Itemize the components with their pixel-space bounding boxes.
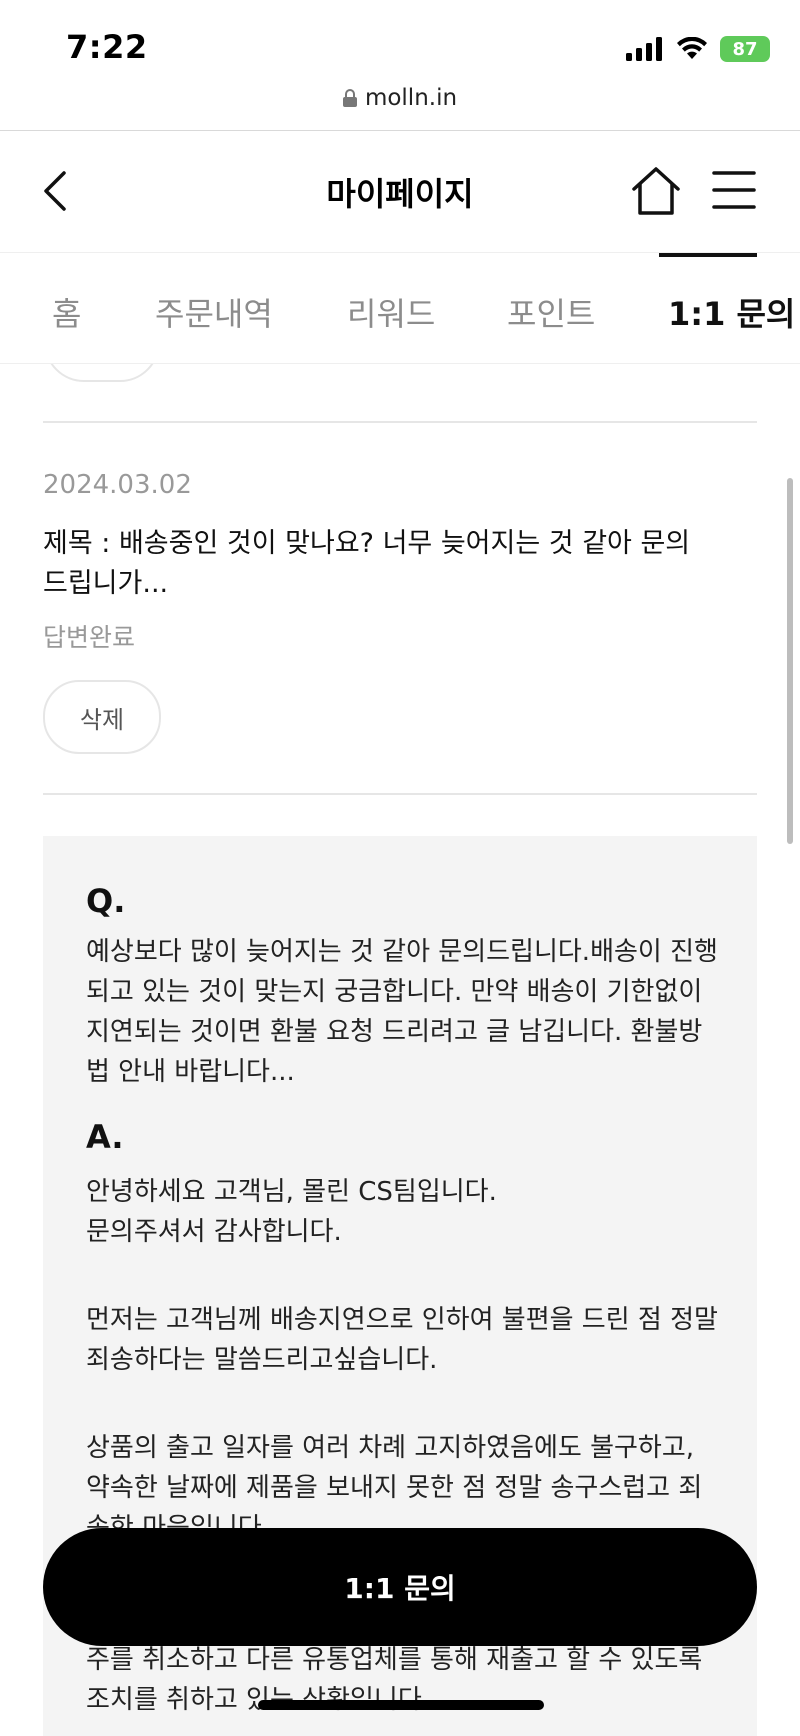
tab-rewards[interactable]: 리워드 (347, 289, 435, 335)
question-text: 예상보다 많이 늦어지는 것 같아 문의드립니다.배송이 진행되고 있는 것이 … (86, 937, 718, 1087)
battery-level: 87 (732, 38, 758, 60)
page-header: 마이페이지 (0, 131, 800, 251)
signal-icon (626, 37, 662, 61)
delete-button[interactable]: 삭제 (43, 680, 161, 754)
battery-icon: 87 (720, 36, 770, 62)
answer-paragraph: 먼저는 고객님께 배송지연으로 인하여 불편을 드린 점 정말 죄송하다는 말씀… (86, 1305, 718, 1375)
scrollbar[interactable] (787, 478, 793, 844)
tab-home[interactable]: 홈 (52, 289, 81, 335)
inquiry-date: 2024.03.02 (43, 470, 192, 500)
lock-icon (342, 89, 357, 107)
divider (43, 793, 757, 795)
home-indicator (258, 1700, 544, 1710)
inquiry-status: 답변완료 (43, 623, 136, 652)
divider (43, 421, 757, 423)
status-time: 7:22 (66, 28, 148, 66)
url-bar[interactable]: molln.in (0, 78, 800, 118)
inquiry-title[interactable]: 제목 : 배송중인 것이 맞나요? 너무 늦어지는 것 같아 문의드립니가... (43, 524, 703, 604)
tab-points[interactable]: 포인트 (507, 289, 595, 335)
home-icon[interactable] (630, 165, 682, 217)
question-label: Q. (86, 882, 126, 920)
inquiry-floating-button[interactable]: 1:1 문의 (43, 1528, 757, 1646)
answer-label: A. (86, 1118, 124, 1156)
active-tab-indicator (659, 253, 757, 257)
mypage-tabs: 홈 주문내역 리워드 포인트 1:1 문의 (0, 252, 800, 364)
status-icons: 87 (626, 34, 770, 64)
answer-paragraph: 안녕하세요 고객님, 몰린 CS팀입니다. 문의주셔서 감사합니다. (86, 1177, 497, 1247)
tab-orders[interactable]: 주문내역 (155, 289, 273, 335)
tab-inquiry[interactable]: 1:1 문의 (668, 289, 795, 335)
status-bar: 7:22 87 (0, 0, 800, 90)
wifi-icon (677, 37, 707, 59)
hamburger-menu-icon[interactable] (712, 169, 756, 211)
url-text: molln.in (364, 85, 458, 111)
